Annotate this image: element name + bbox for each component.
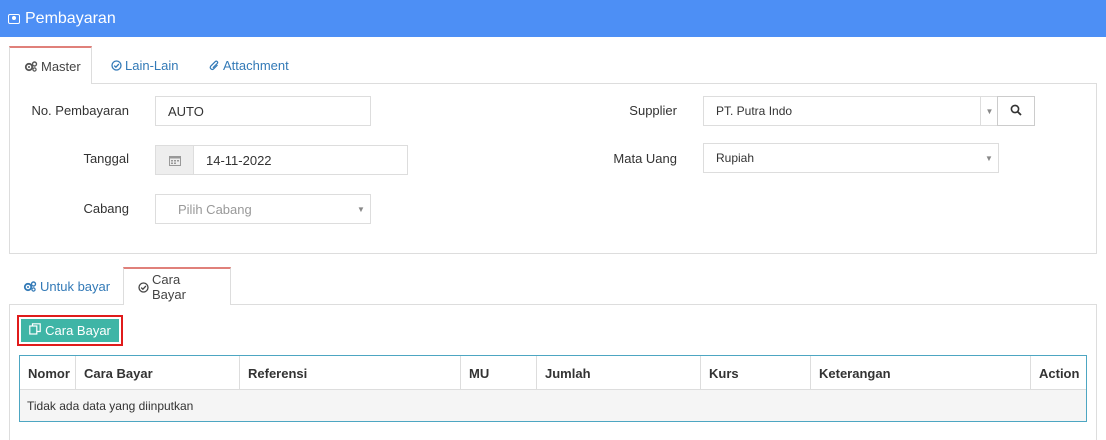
money-icon (8, 13, 20, 24)
tab-untuk-bayar-label: Untuk bayar (40, 279, 111, 294)
cara-bayar-button[interactable]: Cara Bayar (21, 319, 119, 342)
no-pembayaran-label: No. Pembayaran (31, 103, 129, 118)
supplier-label: Supplier (629, 103, 677, 118)
page-header: Pembayaran (0, 0, 1106, 37)
cabang-label: Cabang (83, 201, 129, 216)
tanggal-value: 14-11-2022 (206, 152, 272, 168)
mata-uang-select[interactable]: Rupiah ▼ (703, 143, 999, 173)
cabang-placeholder: Pilih Cabang (178, 201, 252, 217)
tab-cara-bayar-label: Cara Bayar (152, 272, 186, 302)
tab-cara-bayar[interactable]: Cara Bayar (123, 267, 231, 306)
cara-bayar-button-highlight[interactable]: Cara Bayar (17, 315, 123, 346)
detail-tabs: Untuk bayar Cara Bayar (9, 267, 1097, 306)
tab-attachment-label: Attachment (223, 58, 289, 73)
tab-attachment[interactable]: Attachment (195, 46, 303, 85)
master-tabs: Master Lain-Lain Attachment (9, 46, 1097, 85)
search-supplier-button[interactable] (997, 96, 1035, 126)
tab-lain-lain-label: Lain-Lain (125, 58, 179, 73)
no-pembayaran-value: AUTO (168, 103, 204, 119)
cogs-icon (23, 281, 37, 292)
column-header-referensi: Referensi (240, 356, 461, 390)
mata-uang-value: Rupiah (716, 151, 755, 165)
column-header-cara-bayar: Cara Bayar (76, 356, 240, 390)
empty-table-text: Tidak ada data yang diinputkan (27, 398, 194, 413)
tanggal-label: Tanggal (83, 151, 129, 166)
supplier-value: PT. Putra Indo (716, 104, 793, 118)
table-empty-row: Tidak ada data yang diinputkan (20, 390, 1086, 421)
calendar-icon[interactable] (156, 146, 194, 174)
column-header-nomor: Nomor (20, 356, 76, 390)
paperclip-icon (209, 60, 220, 72)
mata-uang-label: Mata Uang (613, 151, 677, 166)
tab-lain-lain[interactable]: Lain-Lain (97, 46, 193, 85)
chevron-down-icon: ▼ (357, 204, 365, 214)
table-header: Nomor Cara Bayar Referensi MU Jumlah Kur… (20, 356, 1086, 390)
chevron-down-icon: ▼ (985, 153, 993, 163)
column-header-mu: MU (461, 356, 537, 390)
supplier-select[interactable]: PT. Putra Indo ▼ (703, 96, 999, 126)
cabang-select[interactable]: Pilih Cabang ▼ (155, 194, 371, 224)
column-header-action: Action (1039, 365, 1080, 381)
check-circle-icon (138, 281, 149, 293)
chevron-down-icon: ▼ (980, 97, 998, 125)
cara-bayar-table: Nomor Cara Bayar Referensi MU Jumlah Kur… (19, 355, 1087, 422)
copy-icon (29, 323, 41, 338)
column-header-jumlah: Jumlah (537, 356, 701, 390)
page-title: Pembayaran (25, 9, 116, 27)
no-pembayaran-input[interactable]: AUTO (155, 96, 371, 126)
cara-bayar-button-label: Cara Bayar (45, 323, 111, 338)
tanggal-input[interactable]: 14-11-2022 (155, 145, 408, 175)
search-icon (1010, 104, 1022, 119)
check-circle-icon (111, 60, 122, 71)
column-header-kurs: Kurs (701, 356, 811, 390)
column-header-keterangan: Keterangan (811, 356, 1031, 390)
tab-master-label: Master (41, 58, 81, 74)
cogs-icon (24, 60, 38, 72)
tab-untuk-bayar[interactable]: Untuk bayar (9, 267, 124, 306)
tab-master[interactable]: Master (9, 46, 92, 85)
